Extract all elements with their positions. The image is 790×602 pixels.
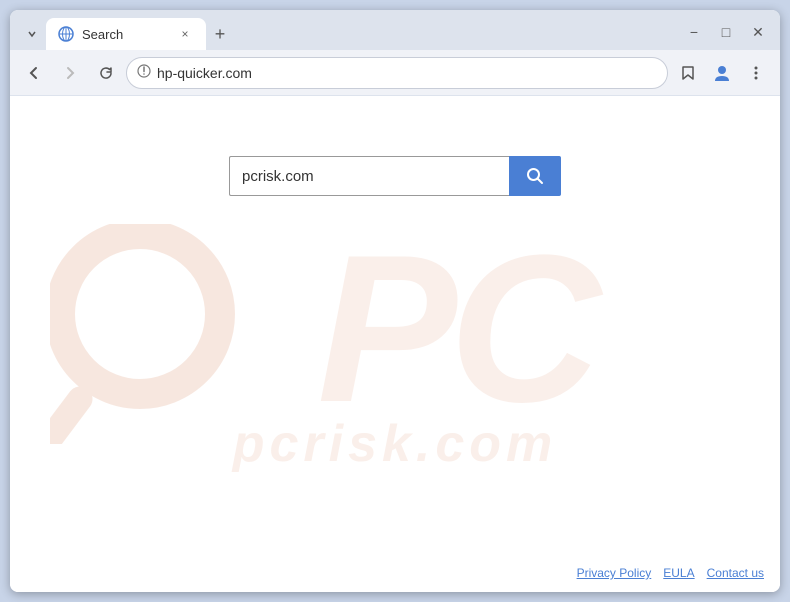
reload-button[interactable] [90, 57, 122, 89]
search-button[interactable] [509, 156, 561, 196]
site-info-icon [137, 64, 151, 81]
page-content: PC pcrisk.com Privacy Policy EULA Contac… [10, 96, 780, 592]
footer: Privacy Policy EULA Contact us [577, 566, 764, 580]
new-tab-button[interactable]: + [206, 18, 234, 50]
tab-close-button[interactable]: × [176, 25, 194, 43]
window-controls: − □ ✕ [680, 18, 772, 50]
watermark-magnifier [50, 224, 250, 449]
watermark-pc-letters: PC [317, 224, 593, 434]
tab-favicon [58, 26, 74, 42]
close-button[interactable]: ✕ [744, 18, 772, 46]
back-button[interactable] [18, 57, 50, 89]
nav-right-icons [672, 57, 772, 89]
forward-button[interactable] [54, 57, 86, 89]
nav-bar: hp-quicker.com [10, 50, 780, 96]
browser-window: Search × + − □ ✕ hp-quicker.com [10, 10, 780, 592]
maximize-button[interactable]: □ [712, 18, 740, 46]
contact-us-link[interactable]: Contact us [707, 566, 764, 580]
menu-button[interactable] [740, 57, 772, 89]
title-bar: Search × + − □ ✕ [10, 10, 780, 50]
minimize-button[interactable]: − [680, 18, 708, 46]
active-tab[interactable]: Search × [46, 18, 206, 50]
watermark-pcrisk-text: pcrisk.com [233, 414, 558, 474]
tab-strip: Search × + [18, 10, 680, 50]
tab-scroll-arrow[interactable] [18, 18, 46, 50]
tab-title: Search [82, 27, 168, 42]
search-icon [526, 167, 544, 185]
search-container [229, 156, 561, 196]
address-bar[interactable]: hp-quicker.com [126, 57, 668, 89]
search-input[interactable] [229, 156, 509, 196]
privacy-policy-link[interactable]: Privacy Policy [577, 566, 652, 580]
eula-link[interactable]: EULA [663, 566, 694, 580]
address-text: hp-quicker.com [157, 65, 657, 81]
bookmark-button[interactable] [672, 57, 704, 89]
profile-button[interactable] [706, 57, 738, 89]
